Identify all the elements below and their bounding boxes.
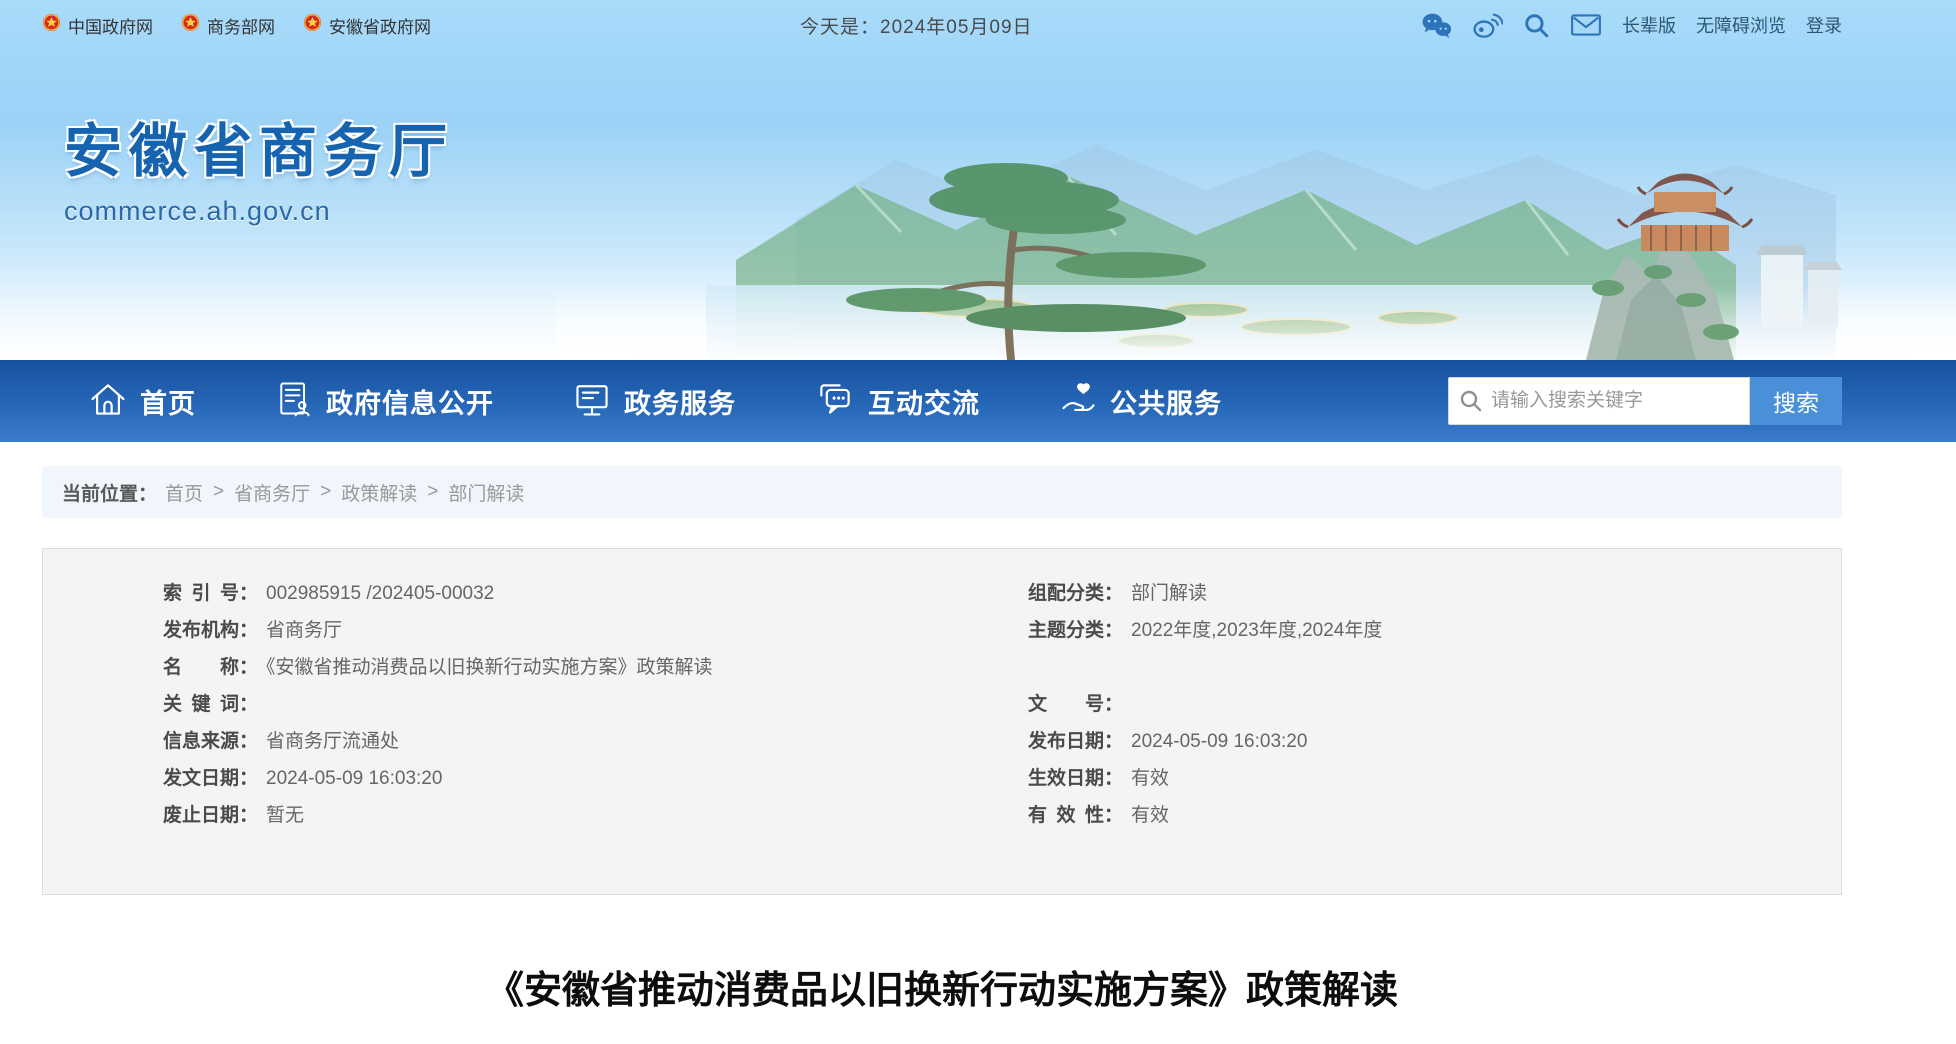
meta-column-right: 组配分类：部门解读 主题分类：2022年度,2023年度,2024年度 文 号：… bbox=[942, 575, 1841, 834]
gov-link-label: 安徽省政府网 bbox=[329, 13, 431, 38]
home-icon bbox=[88, 379, 128, 424]
meta-row-topic-category: 主题分类：2022年度,2023年度,2024年度 bbox=[1028, 612, 1841, 649]
nav-item-home[interactable]: 首页 bbox=[88, 379, 196, 424]
nav-item-interaction[interactable]: 互动交流 bbox=[814, 379, 980, 424]
meta-row-source: 信息来源：省商务厅流通处 bbox=[163, 723, 942, 760]
meta-row-publisher: 发布机构：省商务厅 bbox=[163, 612, 942, 649]
national-emblem-icon bbox=[181, 13, 200, 37]
gov-links: 中国政府网 商务部网 安徽省政府网 bbox=[42, 13, 431, 38]
breadcrumb-dept[interactable]: 省商务厅 bbox=[234, 479, 310, 506]
login-link[interactable]: 登录 bbox=[1806, 12, 1842, 38]
meta-row-title: 名 称：《安徽省推动消费品以旧换新行动实施方案》政策解读 bbox=[163, 649, 942, 686]
site-search: 搜索 bbox=[1448, 377, 1842, 425]
nav-label: 首页 bbox=[140, 382, 196, 421]
hand-heart-icon bbox=[1058, 379, 1098, 424]
search-icon[interactable] bbox=[1523, 12, 1550, 39]
breadcrumb-home[interactable]: 首页 bbox=[165, 479, 203, 506]
breadcrumb-separator: > bbox=[213, 481, 224, 503]
meta-row-issue-date: 发文日期：2024-05-09 16:03:20 bbox=[163, 760, 942, 797]
nav-label: 政务服务 bbox=[624, 382, 736, 421]
meta-column-left: 索 引 号：002985915 /202405-00032 发布机构：省商务厅 … bbox=[43, 575, 942, 834]
meta-row-effective-date: 生效日期：有效 bbox=[1028, 760, 1841, 797]
link-mofcom[interactable]: 商务部网 bbox=[181, 13, 275, 38]
breadcrumb-category[interactable]: 部门解读 bbox=[448, 479, 524, 506]
nav-label: 公共服务 bbox=[1110, 382, 1222, 421]
gov-link-label: 商务部网 bbox=[207, 13, 275, 38]
document-meta-panel: 索 引 号：002985915 /202405-00032 发布机构：省商务厅 … bbox=[42, 548, 1842, 895]
article-title: 《安徽省推动消费品以旧换新行动实施方案》政策解读 bbox=[42, 959, 1842, 1014]
meta-row-doc-number: 文 号： bbox=[1028, 686, 1841, 723]
meta-row-spacer bbox=[1028, 649, 1841, 686]
banner-scenery-illustration bbox=[556, 50, 1956, 360]
meta-row-repeal-date: 废止日期：暂无 bbox=[163, 797, 942, 834]
chat-bubbles-icon bbox=[814, 379, 856, 424]
breadcrumb-separator: > bbox=[320, 481, 331, 503]
search-button[interactable]: 搜索 bbox=[1750, 377, 1842, 425]
breadcrumb-policy[interactable]: 政策解读 bbox=[341, 479, 417, 506]
document-user-icon bbox=[274, 379, 314, 424]
date-label: 今天是： bbox=[800, 12, 880, 39]
search-input-icon bbox=[1459, 389, 1483, 413]
nav-item-info-disclosure[interactable]: 政府信息公开 bbox=[274, 379, 494, 424]
monitor-icon bbox=[572, 379, 612, 424]
site-logo[interactable]: 安徽省商务厅 commerce.ah.gov.cn bbox=[64, 104, 454, 227]
accessibility-link[interactable]: 无障碍浏览 bbox=[1696, 12, 1786, 38]
nav-item-gov-services[interactable]: 政务服务 bbox=[572, 379, 736, 424]
elder-version-link[interactable]: 长辈版 bbox=[1622, 12, 1676, 38]
meta-row-group-category: 组配分类：部门解读 bbox=[1028, 575, 1841, 612]
site-domain: commerce.ah.gov.cn bbox=[64, 196, 454, 227]
national-emblem-icon bbox=[42, 13, 61, 37]
meta-row-publish-date: 发布日期：2024-05-09 16:03:20 bbox=[1028, 723, 1841, 760]
national-emblem-icon bbox=[303, 13, 322, 37]
main-navigation: 首页 政府信息公开 政务服务 互动交流 公共服务 bbox=[0, 360, 1956, 442]
link-anhui-gov[interactable]: 安徽省政府网 bbox=[303, 13, 431, 38]
breadcrumb-label: 当前位置： bbox=[62, 479, 157, 506]
gov-link-label: 中国政府网 bbox=[68, 13, 153, 38]
nav-label: 互动交流 bbox=[868, 382, 980, 421]
date-value: 2024年05月09日 bbox=[880, 12, 1033, 39]
mail-icon[interactable] bbox=[1570, 12, 1602, 38]
weibo-icon[interactable] bbox=[1472, 12, 1503, 39]
topbar-right-tools: 长辈版 无障碍浏览 登录 bbox=[1421, 0, 1842, 50]
meta-row-index-number: 索 引 号：002985915 /202405-00032 bbox=[163, 575, 942, 612]
breadcrumb-separator: > bbox=[427, 481, 438, 503]
page-header: 中国政府网 商务部网 安徽省政府网 今天是： 2024年05月09日 bbox=[0, 0, 1956, 360]
nav-label: 政府信息公开 bbox=[326, 382, 494, 421]
current-date: 今天是： 2024年05月09日 bbox=[800, 0, 1033, 50]
wechat-icon[interactable] bbox=[1421, 12, 1452, 39]
meta-row-validity: 有 效 性：有效 bbox=[1028, 797, 1841, 834]
meta-row-keywords: 关 键 词： bbox=[163, 686, 942, 723]
site-name: 安徽省商务厅 bbox=[64, 104, 454, 188]
top-utility-bar: 中国政府网 商务部网 安徽省政府网 今天是： 2024年05月09日 bbox=[42, 0, 1842, 50]
link-china-gov[interactable]: 中国政府网 bbox=[42, 13, 153, 38]
nav-item-public-services[interactable]: 公共服务 bbox=[1058, 379, 1222, 424]
breadcrumb: 当前位置： 首页 > 省商务厅 > 政策解读 > 部门解读 bbox=[42, 466, 1842, 518]
search-input[interactable] bbox=[1448, 377, 1750, 425]
